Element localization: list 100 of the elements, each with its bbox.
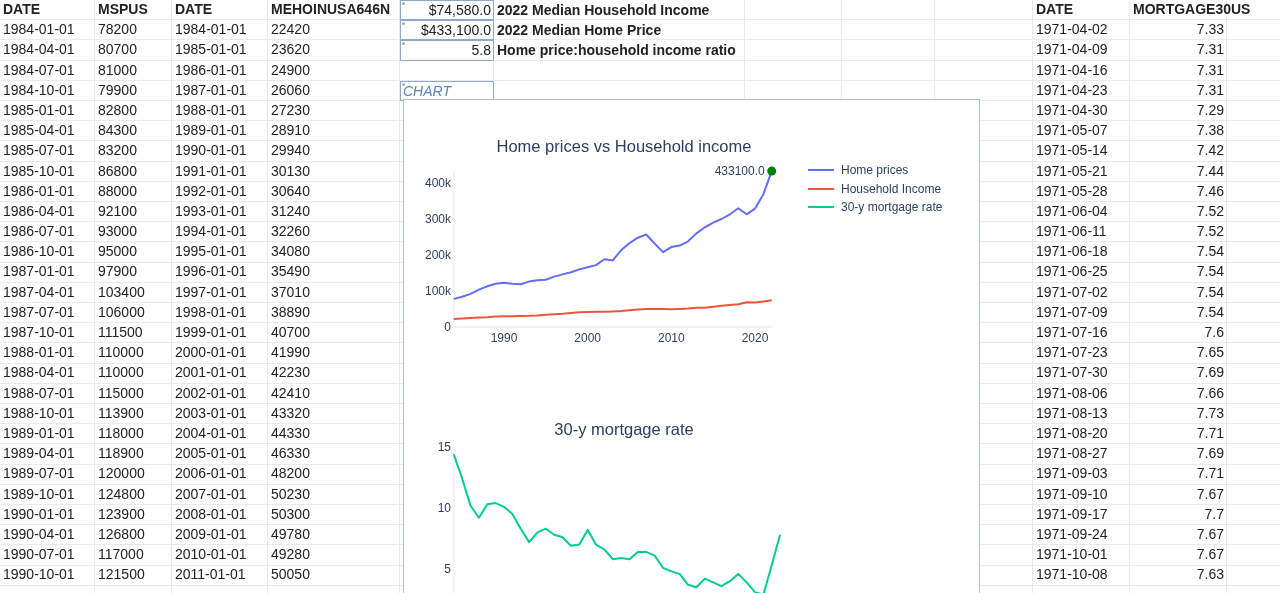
table-cell-text: 1990-07-01 [2, 545, 76, 565]
table-cell-text: 93000 [97, 222, 138, 242]
table-cell-text: 7.52 [1195, 222, 1225, 242]
table-cell-text: 1995-01-01 [174, 242, 248, 262]
table-cell-text: 1992-01-01 [174, 181, 248, 201]
table-cell-text: 1988-01-01 [2, 343, 76, 363]
table-cell-text: 1971-10-01 [1035, 545, 1109, 565]
table-cell-text: 1984-01-01 [174, 20, 248, 40]
axis-label: 2000 [574, 331, 601, 345]
table-cell-text: 1984-10-01 [2, 80, 76, 100]
table-cell-text: 1998-01-01 [174, 302, 248, 322]
table-cell-text: 1971-04-23 [1035, 80, 1109, 100]
value-cell[interactable]: $433,100.0 [400, 20, 494, 41]
table-cell-text: 2006-01-01 [174, 464, 248, 484]
table-cell-text: 1971-04-02 [1035, 20, 1109, 40]
table-cell-text: 1971-07-23 [1035, 343, 1109, 363]
table-cell-text: 1971-09-10 [1035, 484, 1109, 504]
cell-marker-icon [402, 82, 405, 86]
table-cell-text: 7.46 [1195, 181, 1225, 201]
table-cell-text: 81000 [97, 60, 138, 80]
table-cell-text: 1985-10-01 [2, 161, 76, 181]
table-cell-text: 1987-01-01 [174, 80, 248, 100]
table-cell-text: 38890 [270, 302, 311, 322]
table-cell-text: 43320 [270, 403, 311, 423]
table-cell-text: 28910 [270, 121, 311, 141]
axis-label: 300k [424, 212, 451, 226]
axis-label: 0 [444, 320, 451, 334]
value-cell[interactable]: $74,580.0 [400, 0, 494, 21]
table-cell-text: 7.67 [1195, 524, 1225, 544]
table-cell-text: 32260 [270, 222, 311, 242]
table-cell-text: 23620 [270, 40, 311, 60]
table-cell-text: 1971-04-30 [1035, 100, 1109, 120]
table-cell-text: 1971-08-20 [1035, 423, 1109, 443]
table-cell-text: 92100 [97, 201, 138, 221]
column-header: MEHOINUSA646N [270, 0, 392, 19]
table-cell-text: 30640 [270, 181, 311, 201]
annotation-label: 433100.0 [714, 164, 765, 179]
table-cell-text: 1971-04-09 [1035, 40, 1109, 60]
table-cell-text: 35490 [270, 262, 311, 282]
column-header: DATE [174, 0, 214, 19]
table-cell-text: 1988-07-01 [2, 383, 76, 403]
axis-label: 2020 [741, 331, 769, 345]
table-cell-text: 7.71 [1195, 423, 1225, 443]
table-cell-text: 7.6 [1203, 323, 1225, 342]
table-cell-text: 1990-10-01 [2, 565, 76, 585]
table-cell-text: 7.31 [1195, 40, 1225, 60]
table-cell-text: 30130 [270, 161, 311, 181]
legend-label[interactable]: Home prices [841, 163, 909, 178]
table-cell-text: 2011-01-01 [174, 565, 247, 585]
table-cell-text: 1989-04-01 [2, 444, 76, 464]
legend-label[interactable]: Household Income [841, 181, 942, 196]
table-cell-text: 1990-01-01 [2, 504, 76, 524]
chart-cell[interactable]: CHART [400, 80, 494, 101]
table-cell-text: 7.69 [1195, 444, 1225, 464]
table-cell-text: 2022 Median Household Income [496, 1, 711, 20]
table-cell-text: 1989-01-01 [174, 121, 248, 141]
table-cell-text: 2022 Median Home Price [496, 21, 663, 41]
table-cell-text: 2001-01-01 [174, 363, 248, 383]
table-cell-text: 111500 [97, 323, 144, 342]
table-cell-text: 7.7 [1203, 504, 1225, 524]
axis-label: 5 [444, 562, 451, 576]
table-cell-text: 1997-01-01 [174, 282, 248, 302]
value-cell[interactable]: 5.8 [400, 40, 494, 61]
table-cell-text: 2008-01-01 [174, 504, 248, 524]
table-cell-text: 7.31 [1195, 80, 1225, 100]
table-cell-text: 1985-07-01 [2, 141, 76, 161]
marker-dot [767, 166, 777, 176]
table-cell-text: 86800 [97, 161, 138, 181]
table-cell-text: 26060 [270, 80, 311, 100]
table-cell-text: 1971-09-24 [1035, 524, 1109, 544]
table-cell-text: 2003-01-01 [174, 403, 248, 423]
table-cell-text: 34080 [270, 242, 311, 262]
table-cell-text: 1990-01-01 [174, 141, 248, 161]
legend-label[interactable]: 30-y mortgage rate [841, 200, 943, 215]
axis-label: 10 [437, 501, 451, 515]
table-cell-text: 1971-07-16 [1035, 323, 1109, 342]
table-cell-text: 50230 [270, 484, 311, 504]
table-cell-text: 42410 [270, 383, 311, 403]
table-cell-text: 118900 [97, 444, 145, 464]
cell-marker-icon [402, 2, 405, 5]
table-cell-text: 1989-10-01 [2, 484, 76, 504]
table-cell-text: 1984-01-01 [2, 20, 76, 40]
column-header: DATE [1035, 0, 1075, 19]
table-cell-text: 1990-04-01 [2, 524, 76, 544]
table-cell-text: 1988-04-01 [2, 363, 76, 383]
table-cell-text: 1987-10-01 [2, 323, 76, 342]
table-cell-text: 31240 [270, 201, 311, 221]
table-cell-text: 7.66 [1195, 383, 1225, 403]
table-cell-text: 7.52 [1195, 201, 1225, 221]
table-cell-text: 48200 [270, 464, 311, 484]
table-cell-text: 7.67 [1195, 545, 1225, 565]
table-cell-text: 7.54 [1195, 302, 1225, 322]
table-cell-text: 24900 [270, 60, 311, 80]
table-cell-text: 1989-01-01 [2, 423, 76, 443]
table-cell-text: 1989-07-01 [2, 464, 76, 484]
axis-label: 2010 [658, 331, 685, 345]
table-cell-text: 1986-01-01 [174, 60, 248, 80]
table-cell-text: 1993-01-01 [174, 201, 248, 221]
table-cell-text: 1971-08-13 [1035, 403, 1109, 423]
table-cell-text: 2009-01-01 [174, 524, 248, 544]
